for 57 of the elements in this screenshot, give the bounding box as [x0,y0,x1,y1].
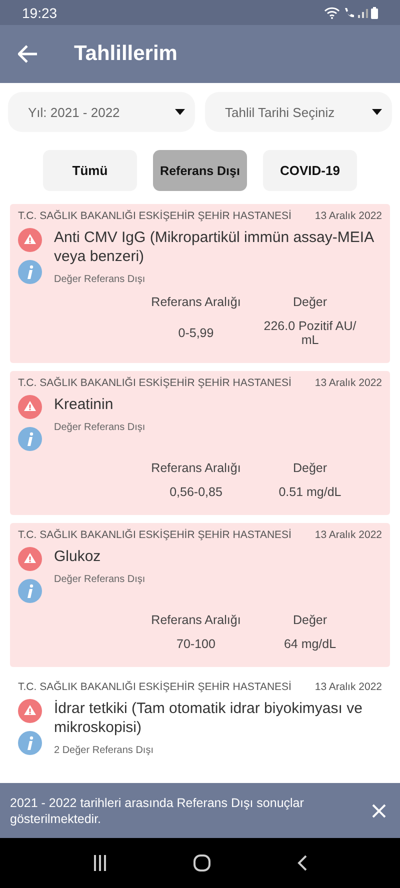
caret-icon [372,109,382,115]
hospital-name: T.C. SAĞLIK BAKANLIĞI ESKİŞEHİR ŞEHİR HASTANESİ [18,210,292,222]
snackbar-message: 2021 - 2022 tarihleri arasında Referans Dışı sonuçlar gösterilmektedir. [10,794,305,826]
hospital-name: T.C. SAĞLIK BAKANLIĞI ESKİŞEHİR ŞEHİR HASTANESİ [18,529,292,541]
warning-icon [18,699,42,723]
column-header: Referans Aralığı [150,613,242,627]
info-icon[interactable] [18,579,42,603]
column-header: Referans Aralığı [150,295,242,309]
back-button[interactable] [18,45,38,63]
result-note: Değer Referans Dışı [54,422,146,433]
test-name: Anti CMV IgG (Mikropartikül immün assay-MEIA veya benzeri) [54,228,375,266]
dropdown[interactable]: Tahlil Tarihi Seçiniz [205,92,392,132]
result-card[interactable]: T.C. SAĞLIK BAKANLIĞI ESKİŞEHİR ŞEHİR HASTANESİ 13 Aralık 2022 Kreatinin Değer Referans Dışı Referans Aralığı Değer 0,56-0,85 0.51 mg/dL [10,371,390,515]
result-value: 226.0 Pozitif AU/ mL [262,319,358,349]
warning-icon [18,228,42,252]
column-header: Değer [292,461,328,475]
battery-icon [371,6,378,18]
filter-tab[interactable]: Referans Dışı [153,150,247,191]
result-card[interactable]: T.C. SAĞLIK BAKANLIĞI ESKİŞEHİR ŞEHİR HASTANESİ 13 Aralık 2022 Anti CMV IgG (Mikropartikül immün assay-MEIA veya benzeri) Değer Referans Dışı Referans Aralığı Değer 0-5,99 226.0 Pozitif AU/ mL [10,204,390,363]
recents-icon[interactable] [93,855,107,871]
phone-icon [343,6,355,18]
back-icon[interactable] [297,855,307,871]
result-date: 13 Aralık 2022 [314,377,382,389]
status-time: 19:23 [22,4,58,20]
column-header: Değer [292,295,328,309]
home-icon[interactable] [193,854,211,872]
hospital-name: T.C. SAĞLIK BAKANLIĞI ESKİŞEHİR ŞEHİR HASTANESİ [18,377,292,389]
warning-icon [18,395,42,419]
dropdown[interactable]: Yıl: 2021 - 2022 [8,92,195,132]
filter-tab[interactable]: Tümü [43,150,137,191]
info-icon[interactable] [18,731,42,755]
result-date: 13 Aralık 2022 [314,210,382,222]
warning-icon [18,547,42,571]
result-card[interactable]: T.C. SAĞLIK BAKANLIĞI ESKİŞEHİR ŞEHİR HASTANESİ 13 Aralık 2022 Glukoz Değer Referans Dışı Referans Aralığı Değer 70-100 64 mg/dL [10,523,390,667]
signal-icon [358,8,368,18]
result-note: 2 Değer Referans Dışı [54,745,154,756]
result-note: Değer Referans Dışı [54,574,146,585]
test-name: İdrar tetkiki (Tam otomatik idrar biyokimyası ve mikroskopisi) [54,699,364,737]
result-value: 0.51 mg/dL [278,485,342,501]
result-date: 13 Aralık 2022 [314,681,382,693]
result-note: Değer Referans Dışı [54,274,146,285]
test-name: Glukoz [54,547,102,566]
result-date: 13 Aralık 2022 [314,529,382,541]
column-header: Referans Aralığı [150,461,242,475]
wifi-icon [324,6,340,18]
info-icon[interactable] [18,260,42,284]
column-header: Değer [292,613,328,627]
caret-icon [175,109,185,115]
test-name: Kreatinin [54,395,114,414]
filter-tab[interactable]: COVID-19 [263,150,357,191]
screen-title: Tahlillerim [74,42,178,66]
hospital-name: T.C. SAĞLIK BAKANLIĞI ESKİŞEHİR ŞEHİR HASTANESİ [18,681,292,693]
result-value: 64 mg/dL [282,637,338,653]
reference-range: 0-5,99 [177,326,215,342]
reference-range: 0,56-0,85 [168,485,224,501]
info-icon[interactable] [18,427,42,451]
reference-range: 70-100 [176,637,216,653]
